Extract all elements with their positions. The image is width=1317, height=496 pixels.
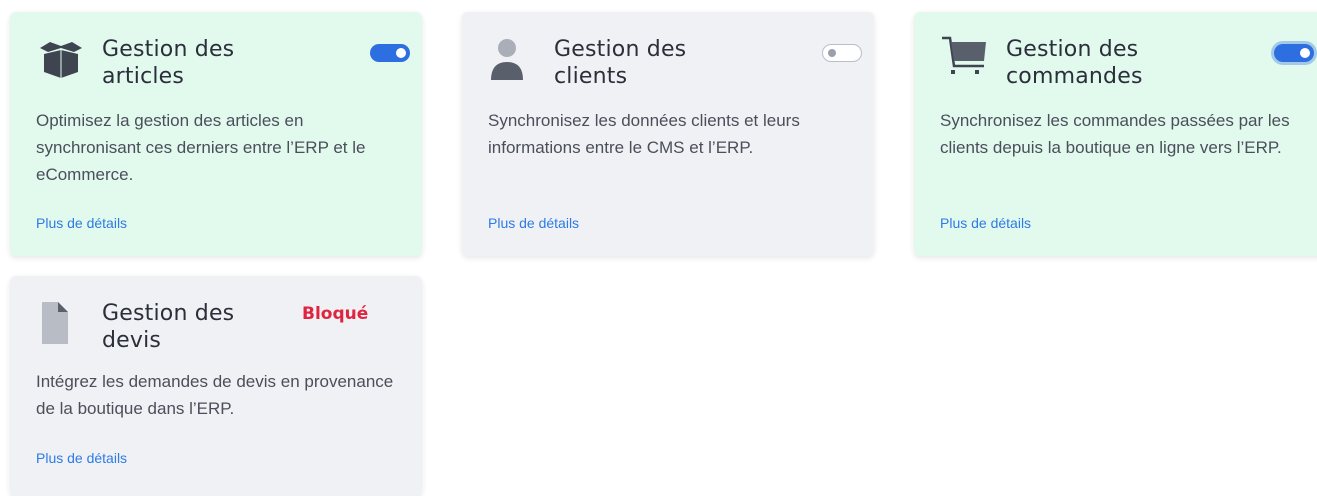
module-toggle[interactable] xyxy=(1274,44,1314,62)
module-description: Intégrez les demandes de devis en proven… xyxy=(36,372,394,418)
module-card-clients: Gestion des clients Synchronisez les don… xyxy=(462,12,874,256)
toggle-knob xyxy=(828,49,836,57)
module-title: Gestion des articles xyxy=(102,37,235,89)
details-link[interactable]: Plus de détails xyxy=(488,215,579,231)
details-link[interactable]: Plus de détails xyxy=(940,215,1031,231)
toggle-knob xyxy=(396,48,406,58)
document-icon xyxy=(36,298,86,348)
module-toggle[interactable] xyxy=(370,44,410,62)
details-link[interactable]: Plus de détails xyxy=(36,215,127,231)
module-card-devis: Gestion des devis Bloqué Intégrez les de… xyxy=(10,276,422,496)
module-title: Gestion des clients xyxy=(554,37,687,89)
module-title: Gestion des commandes xyxy=(1006,37,1143,89)
module-description: Optimisez la gestion des articles en syn… xyxy=(36,111,366,184)
module-title: Gestion des devis xyxy=(102,301,235,353)
module-toggle[interactable] xyxy=(822,44,862,62)
user-icon xyxy=(488,34,538,84)
status-badge-blocked: Bloqué xyxy=(302,304,369,324)
module-description: Synchronisez les commandes passées par l… xyxy=(940,111,1290,157)
toggle-knob xyxy=(1300,48,1310,58)
details-link[interactable]: Plus de détails xyxy=(36,450,127,466)
box-icon xyxy=(36,34,86,84)
module-card-commandes: Gestion des commandes Synchronisez les c… xyxy=(914,12,1317,256)
cart-icon xyxy=(940,34,990,84)
module-description: Synchronisez les données clients et leur… xyxy=(488,111,800,157)
module-card-articles: Gestion des articles Optimisez la gestio… xyxy=(10,12,422,256)
